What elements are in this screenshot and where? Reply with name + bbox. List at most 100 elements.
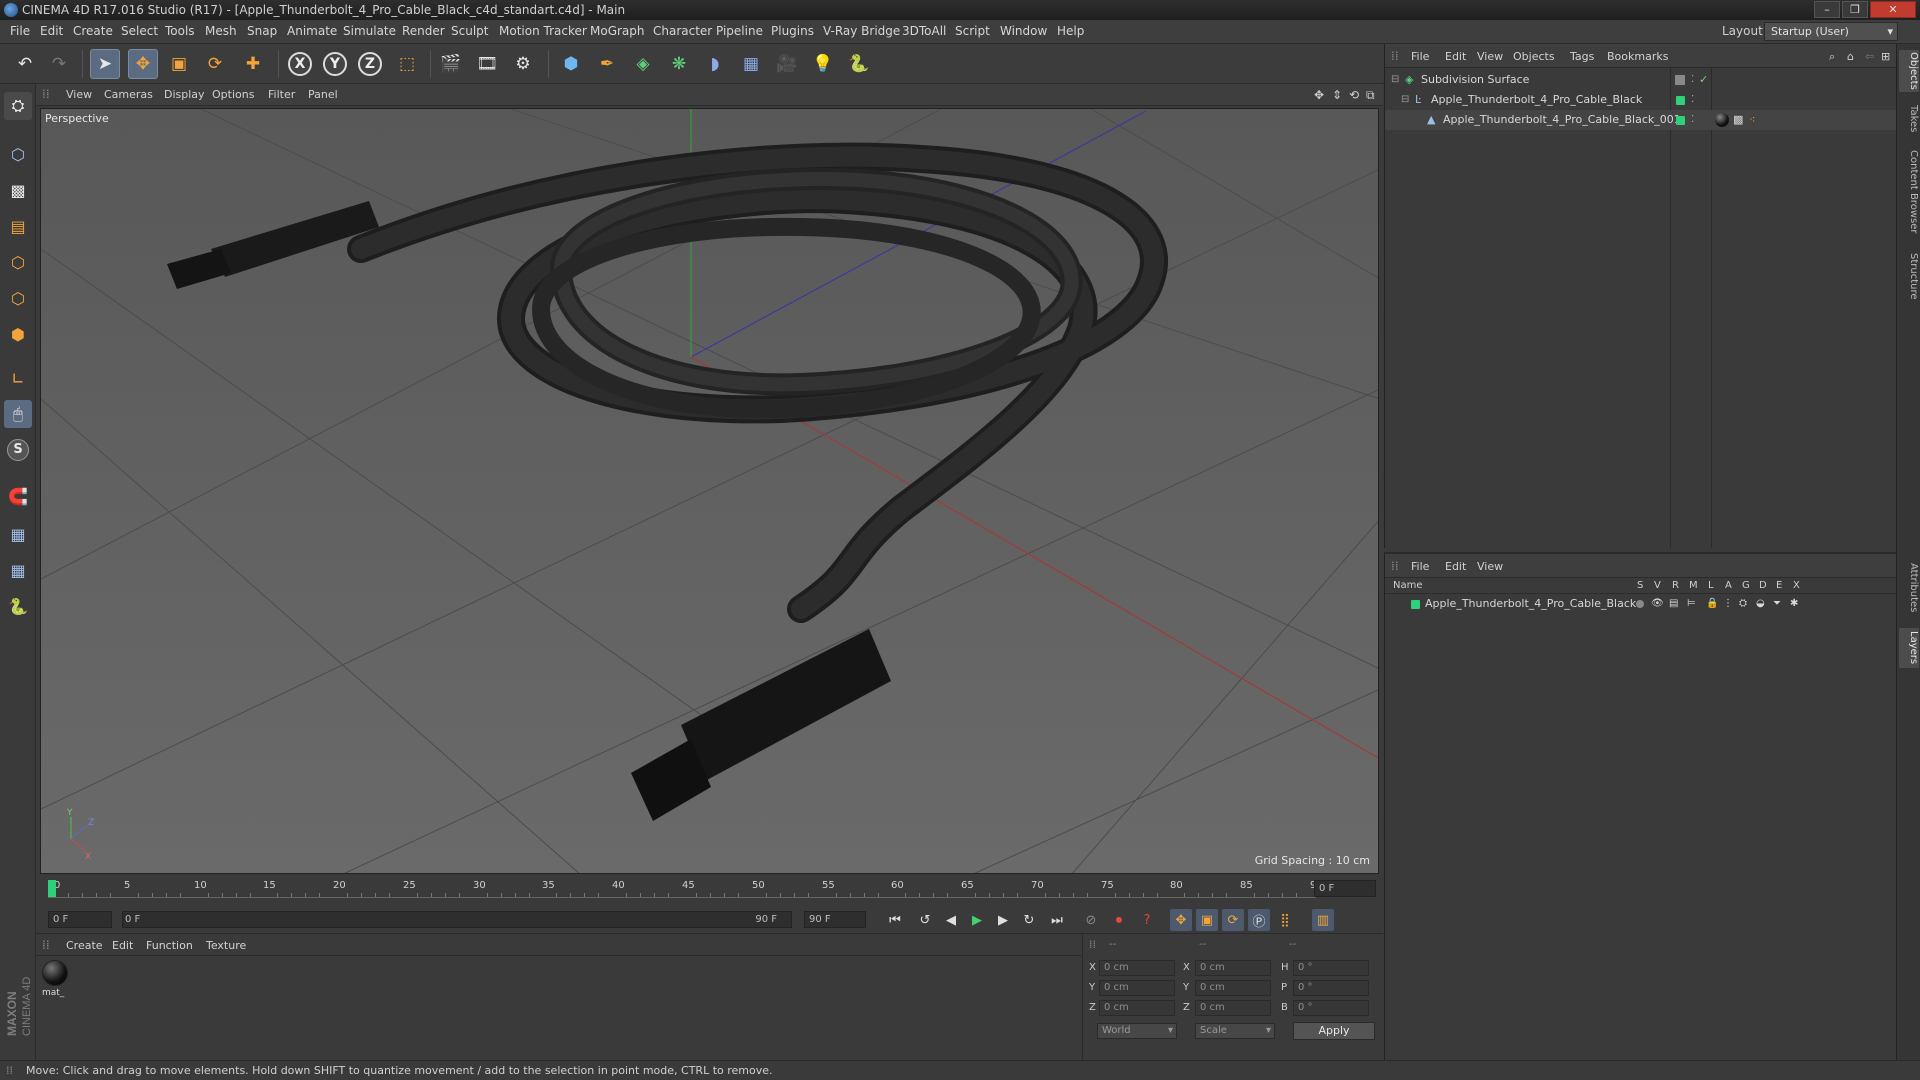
- key-scale-button[interactable]: ▣: [1196, 909, 1218, 931]
- tab-structure[interactable]: Structure: [1899, 248, 1919, 304]
- menu-vray-bridge[interactable]: V-Ray Bridge: [823, 24, 900, 38]
- goto-start-button[interactable]: ⏮: [884, 909, 906, 931]
- maximize-view-icon[interactable]: ⧉: [1366, 88, 1375, 103]
- axis-mode-button[interactable]: ∟: [4, 364, 32, 392]
- autokey-button[interactable]: ⏺: [1108, 909, 1130, 931]
- column-render[interactable]: R: [1672, 580, 1679, 591]
- model-mode-button[interactable]: ⬡: [4, 140, 32, 168]
- snap-button[interactable]: 🧲: [4, 482, 32, 510]
- current-frame-field[interactable]: 0 F: [1314, 880, 1376, 897]
- search-icon[interactable]: ⌕: [1829, 50, 1835, 64]
- add-subdivision-button[interactable]: ◈: [628, 49, 658, 79]
- y-axis-lock-button[interactable]: Y: [320, 49, 350, 79]
- coordinate-mode-dropdown[interactable]: Scale ▾: [1195, 1023, 1275, 1039]
- object-menu-file[interactable]: File: [1411, 50, 1429, 63]
- timeline-window-button[interactable]: ▥: [1312, 909, 1334, 931]
- object-row[interactable]: ⊟ Ŀ Apple_Thunderbolt_4_Pro_Cable_Black …: [1385, 90, 1897, 110]
- undo-button[interactable]: ↶: [10, 49, 40, 79]
- coordinate-system-button[interactable]: ⬚: [392, 49, 422, 79]
- menu-window[interactable]: Window: [1000, 24, 1047, 38]
- add-environment-button[interactable]: ▦: [736, 49, 766, 79]
- material-menu-create[interactable]: Create: [66, 939, 103, 952]
- goto-prev-key-button[interactable]: ↺: [914, 909, 936, 931]
- new-panel-icon[interactable]: ⊞: [1881, 50, 1890, 63]
- column-expressions[interactable]: E: [1776, 580, 1782, 591]
- enabled-check-icon[interactable]: ✓: [1699, 70, 1708, 90]
- generator-icon[interactable]: ⛭: [1739, 595, 1747, 613]
- column-deformers[interactable]: D: [1759, 580, 1767, 591]
- add-deformer-button[interactable]: ◗: [700, 49, 730, 79]
- layer-menu-file[interactable]: File: [1411, 560, 1429, 573]
- material-menu-edit[interactable]: Edit: [112, 939, 133, 952]
- material-tag-icon[interactable]: [1715, 113, 1729, 127]
- layer-row[interactable]: Apple_Thunderbolt_4_Pro_Cable_Black 👁 ▤ …: [1385, 595, 1897, 613]
- lock-icon[interactable]: 🔒: [1706, 595, 1718, 613]
- object-menu-tags[interactable]: Tags: [1570, 50, 1594, 63]
- viewport-menu-panel[interactable]: Panel: [308, 88, 338, 101]
- timeline-ruler[interactable]: 051015202530354045505560657075808590 0 F: [36, 874, 1383, 904]
- menu-file[interactable]: File: [10, 24, 30, 38]
- key-pla-button[interactable]: ⣿: [1274, 909, 1296, 931]
- viewport-menu-options[interactable]: Options: [212, 88, 254, 101]
- goto-end-button[interactable]: ⏭: [1046, 909, 1068, 931]
- object-menu-view[interactable]: View: [1477, 50, 1503, 63]
- object-menu-objects[interactable]: Objects: [1513, 50, 1555, 63]
- keyframe-selection-button[interactable]: ?: [1136, 909, 1158, 931]
- workplane-mode-button[interactable]: ▤: [4, 212, 32, 240]
- visibility-toggle-icon[interactable]: ⁚: [1691, 70, 1694, 90]
- column-name[interactable]: Name: [1393, 580, 1423, 591]
- viewport-menu-view[interactable]: View: [66, 88, 92, 101]
- collapse-icon[interactable]: ⊟: [1401, 90, 1409, 110]
- menu-character[interactable]: Character: [653, 24, 712, 38]
- menu-edit[interactable]: Edit: [40, 24, 63, 38]
- render-view-button[interactable]: 🎬: [436, 49, 466, 79]
- tab-attributes[interactable]: Attributes: [1899, 556, 1919, 620]
- object-row[interactable]: ▲ Apple_Thunderbolt_4_Pro_Cable_Black_00…: [1385, 110, 1897, 130]
- size-x-field[interactable]: 0 cm: [1195, 960, 1271, 976]
- x-axis-lock-button[interactable]: X: [285, 49, 315, 79]
- layer-menu-view[interactable]: View: [1477, 560, 1503, 573]
- column-view[interactable]: V: [1654, 580, 1661, 591]
- preview-range-slider[interactable]: 0 F 90 F: [122, 911, 792, 928]
- column-locked[interactable]: L: [1708, 580, 1714, 591]
- pos-x-field[interactable]: 0 cm: [1099, 960, 1175, 976]
- make-editable-button[interactable]: ⛭: [4, 92, 32, 120]
- menu-create[interactable]: Create: [73, 24, 113, 38]
- solo-toggle-icon[interactable]: [1636, 600, 1644, 608]
- tab-content-browser[interactable]: Content Browser: [1899, 144, 1919, 240]
- play-button[interactable]: ▶: [966, 909, 988, 931]
- phong-tag-icon[interactable]: ⁖: [1749, 110, 1755, 130]
- column-animation[interactable]: A: [1725, 580, 1732, 591]
- record-keys-button[interactable]: ⊘: [1080, 909, 1102, 931]
- pan-view-icon[interactable]: ✥: [1314, 88, 1324, 102]
- minimize-button[interactable]: –: [1814, 1, 1840, 18]
- material-swatch[interactable]: mat_: [42, 960, 70, 1004]
- select-tool-button[interactable]: ➤: [90, 49, 120, 79]
- layout-dropdown[interactable]: Startup (User) ▾: [1764, 22, 1898, 41]
- menu-select[interactable]: Select: [121, 24, 158, 38]
- material-menu-texture[interactable]: Texture: [206, 939, 246, 952]
- material-menu-function[interactable]: Function: [146, 939, 193, 952]
- add-camera-button[interactable]: 🎥: [772, 49, 802, 79]
- close-button[interactable]: ✕: [1870, 1, 1916, 18]
- playhead-marker[interactable]: [48, 880, 56, 897]
- tab-takes[interactable]: Takes: [1899, 102, 1919, 136]
- z-axis-lock-button[interactable]: Z: [355, 49, 385, 79]
- add-cube-button[interactable]: ⬢: [556, 49, 586, 79]
- redo-button[interactable]: ↷: [44, 49, 74, 79]
- pos-y-field[interactable]: 0 cm: [1099, 980, 1175, 996]
- texture-mode-button[interactable]: ▩: [4, 176, 32, 204]
- menu-script[interactable]: Script: [955, 24, 990, 38]
- render-picture-viewer-button[interactable]: 🎞: [472, 49, 502, 79]
- script-python-button[interactable]: 🐍: [4, 592, 32, 620]
- menu-mesh[interactable]: Mesh: [205, 24, 237, 38]
- menu-plugins[interactable]: Plugins: [771, 24, 814, 38]
- menu-simulate[interactable]: Simulate: [343, 24, 396, 38]
- render-settings-button[interactable]: ⚙: [508, 49, 538, 79]
- menu-snap[interactable]: Snap: [247, 24, 277, 38]
- size-y-field[interactable]: 0 cm: [1195, 980, 1271, 996]
- move-tool-button[interactable]: ✥: [128, 49, 158, 79]
- column-xrefs[interactable]: X: [1793, 580, 1800, 591]
- object-menu-edit[interactable]: Edit: [1445, 50, 1466, 63]
- size-z-field[interactable]: 0 cm: [1195, 1000, 1271, 1016]
